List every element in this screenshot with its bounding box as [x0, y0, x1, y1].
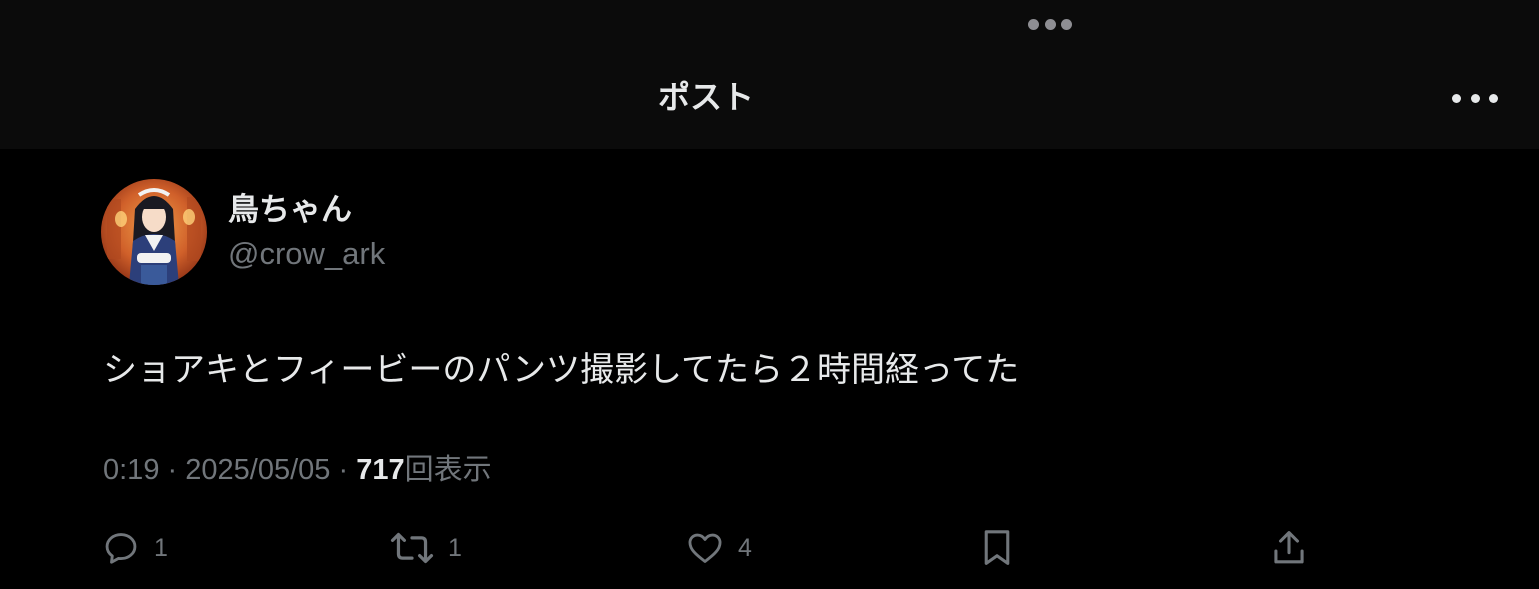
- drag-handle-icon[interactable]: [1028, 18, 1072, 30]
- repost-button[interactable]: 1: [390, 524, 462, 572]
- ellipsis-icon: [1452, 93, 1461, 103]
- like-button[interactable]: 4: [686, 524, 752, 572]
- post-date[interactable]: 2025/05/05: [185, 454, 330, 486]
- meta-separator: ·: [338, 454, 349, 486]
- top-bar: ポスト: [0, 0, 1539, 149]
- bookmark-icon: [984, 530, 1010, 565]
- reply-button[interactable]: 1: [102, 524, 168, 572]
- share-button[interactable]: [1270, 524, 1308, 572]
- author-display-name[interactable]: 鳥ちゃん: [228, 188, 352, 232]
- views-label: 回表示: [404, 454, 492, 486]
- views-count: 717: [356, 454, 405, 486]
- reply-count: 1: [154, 534, 168, 562]
- post-text: ショアキとフィービーのパンツ撮影してたら２時間経ってた: [103, 351, 1020, 389]
- reply-icon: [105, 533, 137, 564]
- post-meta: 0:19 · 2025/05/05 · 717回表示: [103, 449, 492, 491]
- like-count: 4: [738, 534, 752, 562]
- bookmark-button[interactable]: [978, 524, 1016, 572]
- avatar[interactable]: [101, 179, 207, 285]
- share-icon: [1274, 531, 1304, 564]
- avatar-image: [101, 179, 207, 285]
- post-time[interactable]: 0:19: [103, 454, 159, 486]
- repost-count: 1: [448, 534, 462, 562]
- heart-icon: [688, 533, 722, 563]
- page-title: ポスト: [657, 79, 754, 115]
- repost-icon: [390, 532, 434, 564]
- more-options-button[interactable]: [1452, 86, 1498, 110]
- meta-separator: ·: [167, 454, 178, 486]
- author-handle[interactable]: @crow_ark: [228, 232, 385, 276]
